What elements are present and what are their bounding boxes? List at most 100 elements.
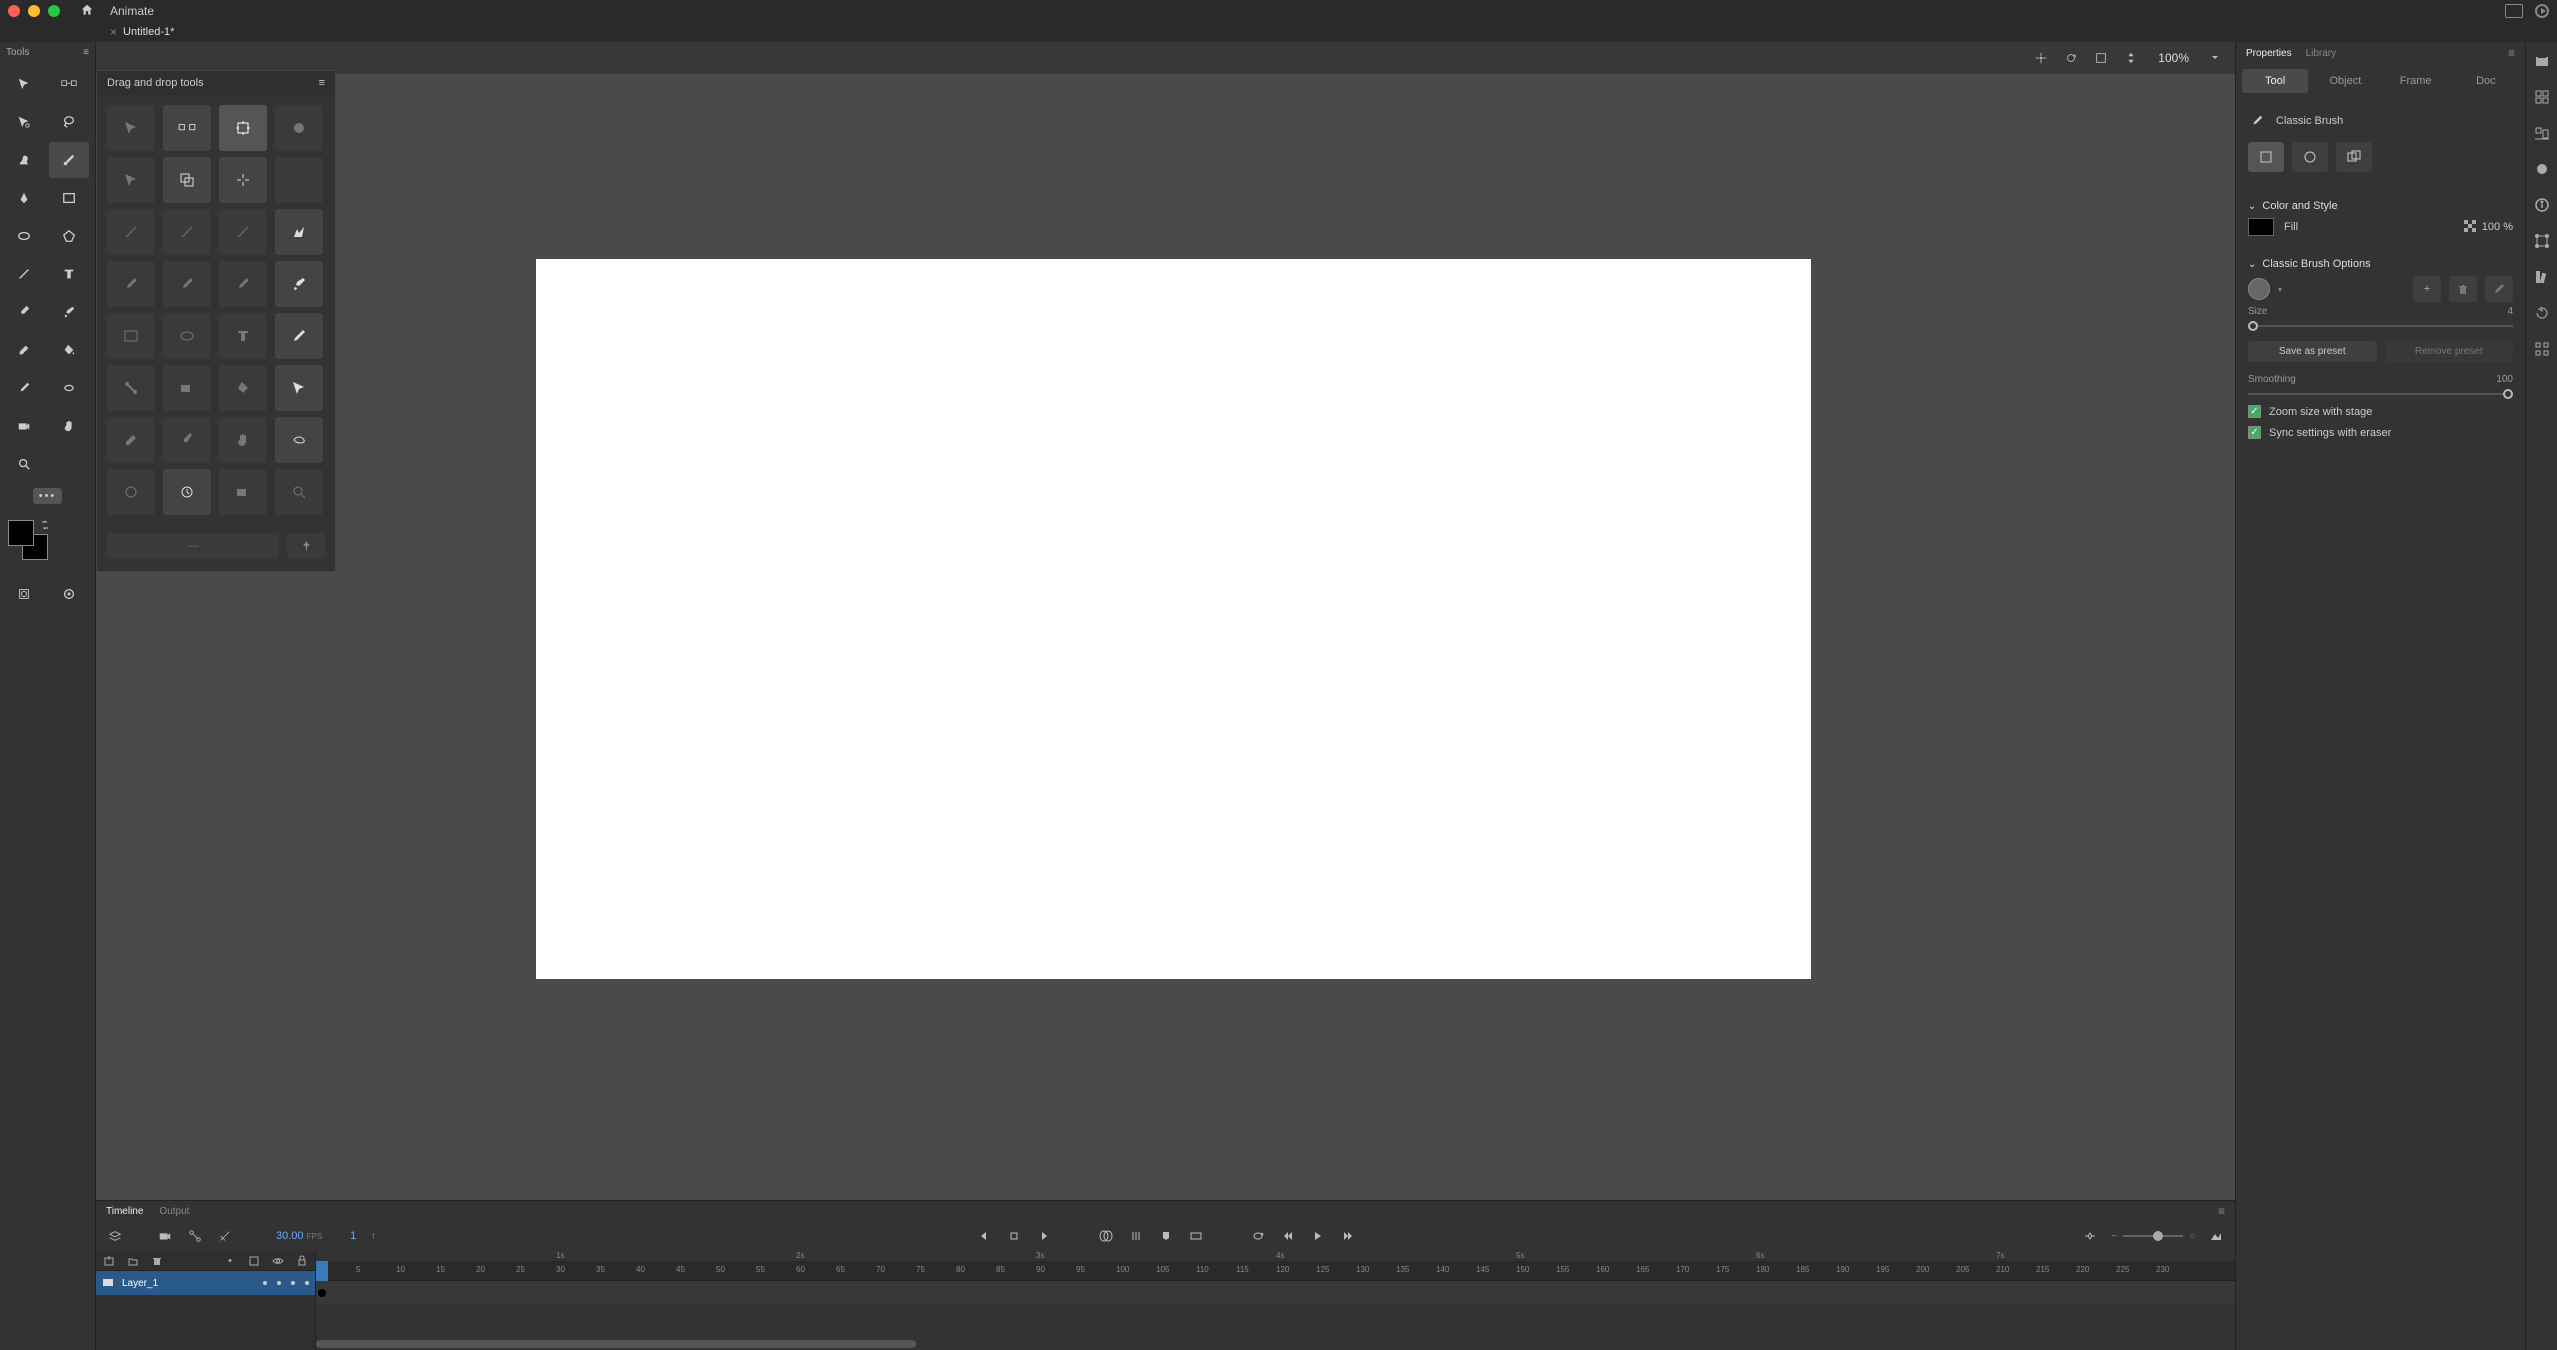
layer-visibility-toggle[interactable] xyxy=(291,1281,295,1285)
classic-brush-tool[interactable] xyxy=(49,142,89,178)
merge-drawing-mode[interactable] xyxy=(2248,142,2284,172)
dnd-hand-tool[interactable] xyxy=(219,417,267,463)
dnd-bone-tool[interactable] xyxy=(107,365,155,411)
size-slider[interactable] xyxy=(2248,319,2513,333)
workspace-layout-icon[interactable] xyxy=(2505,4,2523,18)
dnd-eyedropper-tool[interactable] xyxy=(163,417,211,463)
layer-depth-icon[interactable] xyxy=(106,1227,124,1245)
zoom-with-stage-checkbox[interactable]: ✓ xyxy=(2248,405,2261,418)
fluid-brush-tool[interactable] xyxy=(4,142,44,178)
hand-tool[interactable] xyxy=(49,408,89,444)
marker-icon[interactable] xyxy=(1157,1227,1175,1245)
dnd-pencil-tool[interactable] xyxy=(275,313,323,359)
dnd-ink-bottle-tool[interactable] xyxy=(275,365,323,411)
ink-bottle-tool[interactable] xyxy=(4,370,44,406)
tab-properties[interactable]: Properties xyxy=(2246,48,2292,59)
minimize-window-button[interactable] xyxy=(28,5,40,17)
dnd-width-tool[interactable] xyxy=(219,157,267,203)
resize-timeline-icon[interactable] xyxy=(2207,1227,2225,1245)
sub-tab-frame[interactable]: Frame xyxy=(2383,69,2449,93)
dnd-eraser-variant[interactable] xyxy=(107,417,155,463)
timeline-menu-icon[interactable]: ≡ xyxy=(2218,1204,2225,1218)
dnd-delete-anchor-tool[interactable] xyxy=(219,209,267,255)
panel-menu-icon[interactable]: ≡ xyxy=(2508,46,2515,60)
paint-bucket-tool[interactable] xyxy=(49,332,89,368)
subselection-tool[interactable] xyxy=(49,66,89,102)
oval-tool[interactable] xyxy=(4,218,44,254)
fps-display[interactable]: 30.00 FPS xyxy=(276,1230,322,1242)
dnd-panel-menu-icon[interactable]: ≡ xyxy=(319,77,325,89)
dnd-asset-warp-tool[interactable] xyxy=(275,417,323,463)
free-transform-tool[interactable] xyxy=(4,104,44,140)
keyframe[interactable] xyxy=(318,1289,326,1297)
transform-icon[interactable] xyxy=(2531,230,2553,252)
remove-preset-button[interactable]: Remove preset xyxy=(2385,341,2514,362)
brush-shape-preview[interactable] xyxy=(2248,278,2270,300)
visibility-icon[interactable] xyxy=(271,1254,285,1268)
layer-row[interactable]: Layer_1 xyxy=(96,1271,315,1295)
more-tools-icon[interactable]: ••• xyxy=(33,488,63,504)
sync-eraser-checkbox[interactable]: ✓ xyxy=(2248,426,2261,439)
dnd-brush-variant-1[interactable] xyxy=(107,261,155,307)
dnd-pen-tool-slot[interactable] xyxy=(107,209,155,255)
dnd-spacer-bar[interactable]: — xyxy=(107,533,279,559)
timeline-frames[interactable]: 1s2s3s4s5s6s7s 5101520253035404550556065… xyxy=(316,1251,2235,1350)
go-to-first-frame-icon[interactable] xyxy=(975,1227,993,1245)
object-drawing-mode[interactable] xyxy=(4,576,44,612)
text-tool[interactable] xyxy=(49,256,89,292)
layer-outline-toggle[interactable] xyxy=(277,1281,281,1285)
zoom-dropdown-icon[interactable] xyxy=(2205,48,2225,68)
dnd-selection-tool[interactable] xyxy=(107,105,155,151)
dnd-bind-tool[interactable] xyxy=(163,365,211,411)
canvas[interactable] xyxy=(536,259,1811,979)
rewind-icon[interactable] xyxy=(1279,1227,1297,1245)
tab-output[interactable]: Output xyxy=(159,1206,189,1217)
selection-tool[interactable] xyxy=(4,66,44,102)
edit-brush-icon[interactable] xyxy=(2485,276,2513,302)
add-camera-icon[interactable] xyxy=(156,1227,174,1245)
opacity-grid-icon[interactable] xyxy=(2464,220,2476,235)
layer-lock-toggle[interactable] xyxy=(305,1281,309,1285)
cc-libraries-icon[interactable] xyxy=(2531,50,2553,72)
dnd-camera-tool[interactable] xyxy=(219,469,267,515)
dnd-free-transform-tool[interactable] xyxy=(219,105,267,151)
dnd-time-scrub-tool[interactable] xyxy=(163,469,211,515)
dnd-paint-bucket-tool[interactable] xyxy=(219,365,267,411)
add-brush-icon[interactable]: + xyxy=(2413,276,2441,302)
lock-icon[interactable] xyxy=(295,1254,309,1268)
zoom-level[interactable]: 100% xyxy=(2151,49,2195,67)
edit-multiple-frames-icon[interactable] xyxy=(1127,1227,1145,1245)
dnd-zoom-tool[interactable] xyxy=(275,469,323,515)
polystar-tool[interactable] xyxy=(49,218,89,254)
layer-highlight-toggle[interactable] xyxy=(263,1281,267,1285)
dnd-text-tool[interactable] xyxy=(219,313,267,359)
current-frame-value[interactable]: 1 xyxy=(350,1230,356,1242)
swap-colors-icon[interactable] xyxy=(40,520,50,530)
home-icon[interactable] xyxy=(80,3,94,20)
new-layer-icon[interactable] xyxy=(102,1254,116,1268)
assets-icon[interactable] xyxy=(2531,86,2553,108)
dnd-convert-anchor-tool[interactable] xyxy=(275,209,323,255)
brush-options-section-header[interactable]: ⌄ Classic Brush Options xyxy=(2248,252,2513,276)
snap-to-objects[interactable] xyxy=(49,576,89,612)
close-window-button[interactable] xyxy=(8,5,20,17)
dnd-paint-brush-tool[interactable] xyxy=(275,261,323,307)
delete-brush-icon[interactable] xyxy=(2449,276,2477,302)
align-icon[interactable] xyxy=(2531,122,2553,144)
dnd-brush-variant-3[interactable] xyxy=(219,261,267,307)
rotate-stage-icon[interactable] xyxy=(2061,48,2081,68)
play-icon[interactable] xyxy=(1309,1227,1327,1245)
tab-library[interactable]: Library xyxy=(2306,48,2337,59)
line-tool[interactable] xyxy=(4,256,44,292)
step-forward-icon[interactable] xyxy=(1035,1227,1053,1245)
document-tab[interactable]: × Untitled-1* xyxy=(100,23,184,41)
fill-color-picker[interactable] xyxy=(2248,218,2274,236)
color-icon[interactable] xyxy=(2531,158,2553,180)
eyedropper-tool[interactable] xyxy=(4,294,44,330)
swatches-icon[interactable] xyxy=(2531,266,2553,288)
smoothing-value[interactable]: 100 xyxy=(2496,374,2513,385)
close-tab-icon[interactable]: × xyxy=(110,25,117,39)
maximize-window-button[interactable] xyxy=(48,5,60,17)
dnd-rectangle-tool[interactable] xyxy=(107,313,155,359)
tools-panel-menu-icon[interactable]: ≡ xyxy=(83,47,89,58)
